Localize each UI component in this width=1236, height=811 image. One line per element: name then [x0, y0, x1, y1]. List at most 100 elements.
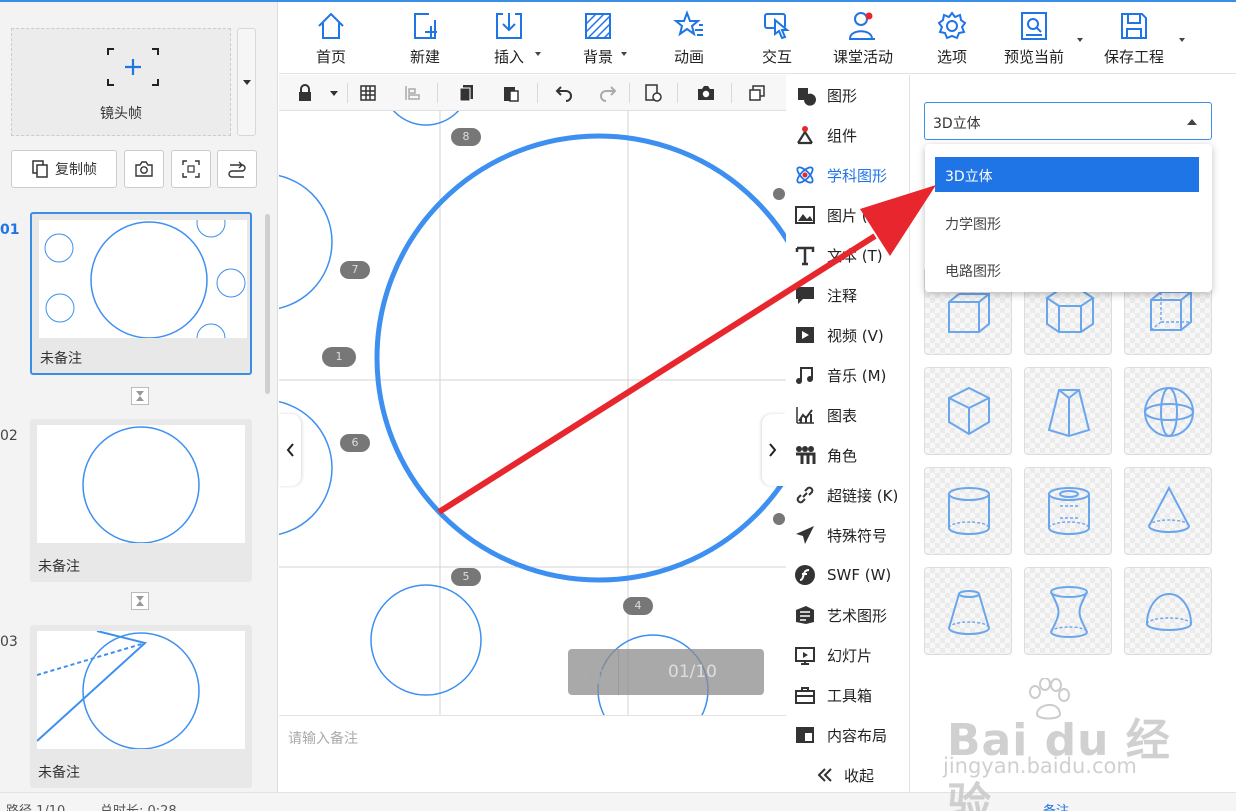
- slide-preview: [37, 425, 245, 543]
- menu-item-link[interactable]: 超链接 (K): [786, 475, 910, 515]
- slide-thumbnail[interactable]: 未备注: [30, 419, 252, 582]
- interaction-label: 交互: [761, 48, 792, 66]
- snapshot-button[interactable]: [124, 150, 164, 188]
- collapse-right-panel-button[interactable]: [762, 414, 786, 486]
- home-button[interactable]: 首页: [315, 10, 347, 72]
- menu-item-flash[interactable]: SWF (W): [786, 555, 910, 595]
- editor-canvas[interactable]: 8 7 1 6 5 4: [279, 111, 786, 715]
- grid-icon[interactable]: [358, 83, 378, 103]
- path-label[interactable]: 6: [340, 434, 370, 452]
- menu-item-layout[interactable]: 内容布局: [786, 715, 910, 755]
- camera-icon[interactable]: [696, 83, 716, 103]
- menu-item-atom[interactable]: 学科图形: [786, 155, 910, 195]
- slide-thumbnail[interactable]: 未备注: [30, 212, 252, 375]
- art-shape-icon: [796, 606, 814, 624]
- menu-item-comment[interactable]: 注释: [786, 275, 910, 315]
- notes-input[interactable]: 请输入备注: [279, 715, 786, 792]
- menu-item-character[interactable]: 角色: [786, 435, 910, 475]
- collapse-menu-button[interactable]: 收起: [786, 755, 910, 795]
- insert-label: 插入: [493, 48, 524, 66]
- gear-icon: [937, 11, 967, 40]
- dropdown-option-circuit[interactable]: 电路图形: [935, 252, 1199, 287]
- menu-item-chart[interactable]: 图表: [786, 395, 910, 435]
- add-camera-frame-button[interactable]: 镜头帧: [11, 28, 231, 136]
- dropdown-option-3d[interactable]: 3D立体: [935, 157, 1199, 192]
- next-icon[interactable]: [730, 661, 752, 683]
- menu-item-music[interactable]: 音乐 (M): [786, 355, 910, 395]
- shape-tile[interactable]: [1024, 567, 1112, 655]
- caret-down-icon: [535, 52, 541, 56]
- slide-thumbnail[interactable]: 未备注: [30, 625, 252, 788]
- shape-tile[interactable]: [1024, 467, 1112, 555]
- dropdown-option-mechanics[interactable]: 力学图形: [935, 205, 1199, 240]
- pager-divider: [618, 649, 619, 695]
- shape-tile[interactable]: [924, 367, 1012, 455]
- redo-icon[interactable]: [598, 83, 618, 103]
- menu-item-shape[interactable]: 图形: [786, 75, 910, 115]
- new-button[interactable]: 新建: [409, 10, 441, 72]
- undo-icon[interactable]: [554, 83, 574, 103]
- path-label[interactable]: 4: [623, 597, 653, 615]
- camera-icon: [135, 161, 153, 177]
- hemisphere-icon: [1145, 593, 1193, 631]
- collapse-left-panel-button[interactable]: [279, 414, 301, 486]
- menu-item-label: 音乐 (M): [827, 366, 887, 385]
- swap-frame-button[interactable]: [217, 150, 257, 188]
- shape-tile[interactable]: [1124, 567, 1212, 655]
- menu-item-art-shape[interactable]: 艺术图形: [786, 595, 910, 635]
- classroom-activity-label: 课堂活动: [833, 48, 894, 66]
- frame-list-scrollbar[interactable]: [265, 214, 270, 394]
- shape-icon: [798, 88, 816, 106]
- menu-item-image[interactable]: 图片 (I): [786, 195, 910, 235]
- menu-item-toolbox[interactable]: 工具箱: [786, 675, 910, 715]
- save-project-label: 保存工程: [1104, 48, 1165, 66]
- path-label[interactable]: 8: [451, 128, 481, 146]
- path-label[interactable]: 7: [340, 261, 370, 279]
- insert-button[interactable]: 插入: [493, 10, 525, 72]
- menu-item-slideshow[interactable]: 幻灯片: [786, 635, 910, 675]
- camera-frame-dropdown[interactable]: [237, 28, 256, 136]
- caret-down-icon[interactable]: [324, 83, 344, 103]
- category-select[interactable]: 3D立体: [924, 102, 1212, 140]
- component-icon: [797, 126, 813, 145]
- shape-tile[interactable]: [924, 567, 1012, 655]
- notes-toggle[interactable]: 备注: [1043, 800, 1069, 811]
- background-button[interactable]: 背景: [582, 10, 614, 72]
- menu-item-video[interactable]: 视频 (V): [786, 315, 910, 355]
- lock-icon[interactable]: [295, 83, 315, 103]
- interaction-button[interactable]: 交互: [761, 10, 793, 72]
- caret-down-icon: [1077, 38, 1083, 42]
- preview-current-button[interactable]: 预览当前: [1004, 10, 1064, 72]
- path-status: 路径 1/10: [6, 800, 65, 811]
- slideshow-icon: [795, 647, 815, 665]
- path-label[interactable]: 5: [451, 568, 481, 586]
- history-icon[interactable]: [643, 83, 663, 103]
- menu-item-plane[interactable]: 特殊符号: [786, 515, 910, 555]
- menu-item-label: 视频 (V): [827, 326, 884, 345]
- toolbar-divider: [537, 83, 538, 103]
- classroom-activity-button[interactable]: 课堂活动: [833, 10, 893, 72]
- align-icon[interactable]: [403, 83, 423, 103]
- shape-tile[interactable]: [1124, 467, 1212, 555]
- path-label[interactable]: 1: [322, 347, 356, 367]
- animation-button[interactable]: 动画: [673, 10, 705, 72]
- swap-icon: [228, 161, 246, 178]
- shape-tile[interactable]: [1124, 367, 1212, 455]
- copy-icon[interactable]: [457, 83, 477, 103]
- save-project-button[interactable]: 保存工程: [1104, 10, 1164, 72]
- transition-icon[interactable]: [131, 387, 149, 405]
- fit-frame-button[interactable]: [171, 150, 211, 188]
- copy-frame-button[interactable]: 复制帧: [11, 150, 117, 188]
- options-button[interactable]: 选项: [936, 10, 968, 72]
- shape-tile[interactable]: [1024, 367, 1112, 455]
- previous-icon[interactable]: [634, 661, 656, 683]
- menu-item-component[interactable]: 组件: [786, 115, 910, 155]
- menu-item-text[interactable]: 文本 (T): [786, 235, 910, 275]
- shape-tile[interactable]: [924, 467, 1012, 555]
- home-icon[interactable]: [578, 659, 606, 685]
- slide-note: 未备注: [38, 559, 80, 575]
- transition-icon[interactable]: [131, 592, 149, 610]
- window-icon[interactable]: [747, 83, 767, 103]
- paste-icon[interactable]: [501, 83, 521, 103]
- slide-preview: [37, 631, 245, 749]
